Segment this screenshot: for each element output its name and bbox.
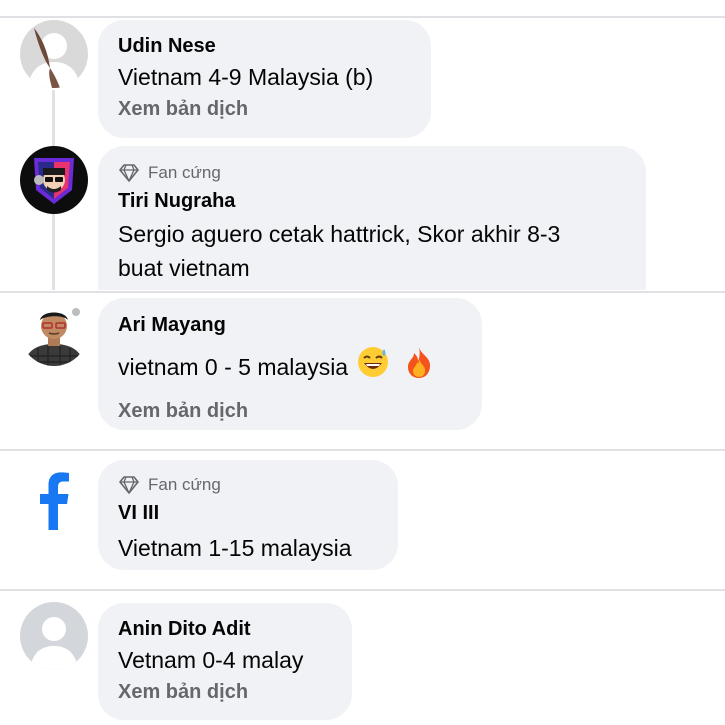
fire-emoji-icon xyxy=(404,345,434,388)
avatar-tiri-nugraha[interactable] xyxy=(20,146,88,214)
avatar-vi-iii[interactable] xyxy=(20,462,88,530)
comment-text: Vietnam 4-9 Malaysia (b) xyxy=(118,64,374,90)
see-translation-link[interactable]: Xem bản dịch xyxy=(118,677,332,707)
top-fan-badge: Fan cứng xyxy=(118,473,378,497)
avatar-udin-nese[interactable] xyxy=(20,20,88,88)
comment-text-line-1: Sergio aguero cetak hattrick, Skor akhir… xyxy=(118,221,561,247)
avatar-ari-mayang[interactable] xyxy=(20,298,88,366)
avatar-anin-dito-adit[interactable] xyxy=(20,602,88,670)
diamond-icon xyxy=(118,164,140,182)
comment-text: Vetnam 0-4 malay xyxy=(118,647,304,673)
badge-label: Fan cứng xyxy=(148,475,221,494)
comment-bubble: Ari Mayang vietnam 0 - 5 malaysia Xem bả… xyxy=(98,298,482,430)
commenter-name[interactable]: Udin Nese xyxy=(118,32,411,60)
commenter-name[interactable]: Ari Mayang xyxy=(118,311,462,339)
comment-text: vietnam 0 - 5 malaysia xyxy=(118,353,349,380)
comment-bubble: Anin Dito Adit Vetnam 0-4 malay Xem bản … xyxy=(98,603,352,720)
comment-bubble: Udin Nese Vietnam 4-9 Malaysia (b) Xem b… xyxy=(98,20,431,138)
diamond-icon xyxy=(118,476,140,494)
comment-bubble: Fan cứng Tiri Nugraha Sergio aguero ceta… xyxy=(98,146,646,290)
comment-text-line-2: buat vietnam xyxy=(118,255,250,281)
divider-top xyxy=(0,16,725,18)
comment-text-row: vietnam 0 - 5 malaysia xyxy=(118,345,462,388)
default-avatar-icon xyxy=(20,602,88,670)
see-translation-link[interactable]: Xem bản dịch xyxy=(118,94,411,124)
see-translation-link[interactable]: Xem bản dịch xyxy=(118,396,462,426)
commenter-name[interactable]: Tiri Nugraha xyxy=(118,187,626,215)
sweat-smile-emoji-icon xyxy=(356,345,390,388)
divider xyxy=(0,589,725,591)
top-fan-badge: Fan cứng xyxy=(118,161,626,185)
comment-bubble: Fan cứng VI III Vietnam 1-15 malaysia xyxy=(98,460,398,570)
comment-text: Vietnam 1-15 malaysia xyxy=(118,535,352,561)
badge-label: Fan cứng xyxy=(148,163,221,182)
commenter-name[interactable]: Anin Dito Adit xyxy=(118,615,332,643)
divider xyxy=(0,449,725,451)
divider xyxy=(0,291,725,293)
commenter-name[interactable]: VI III xyxy=(118,499,378,527)
